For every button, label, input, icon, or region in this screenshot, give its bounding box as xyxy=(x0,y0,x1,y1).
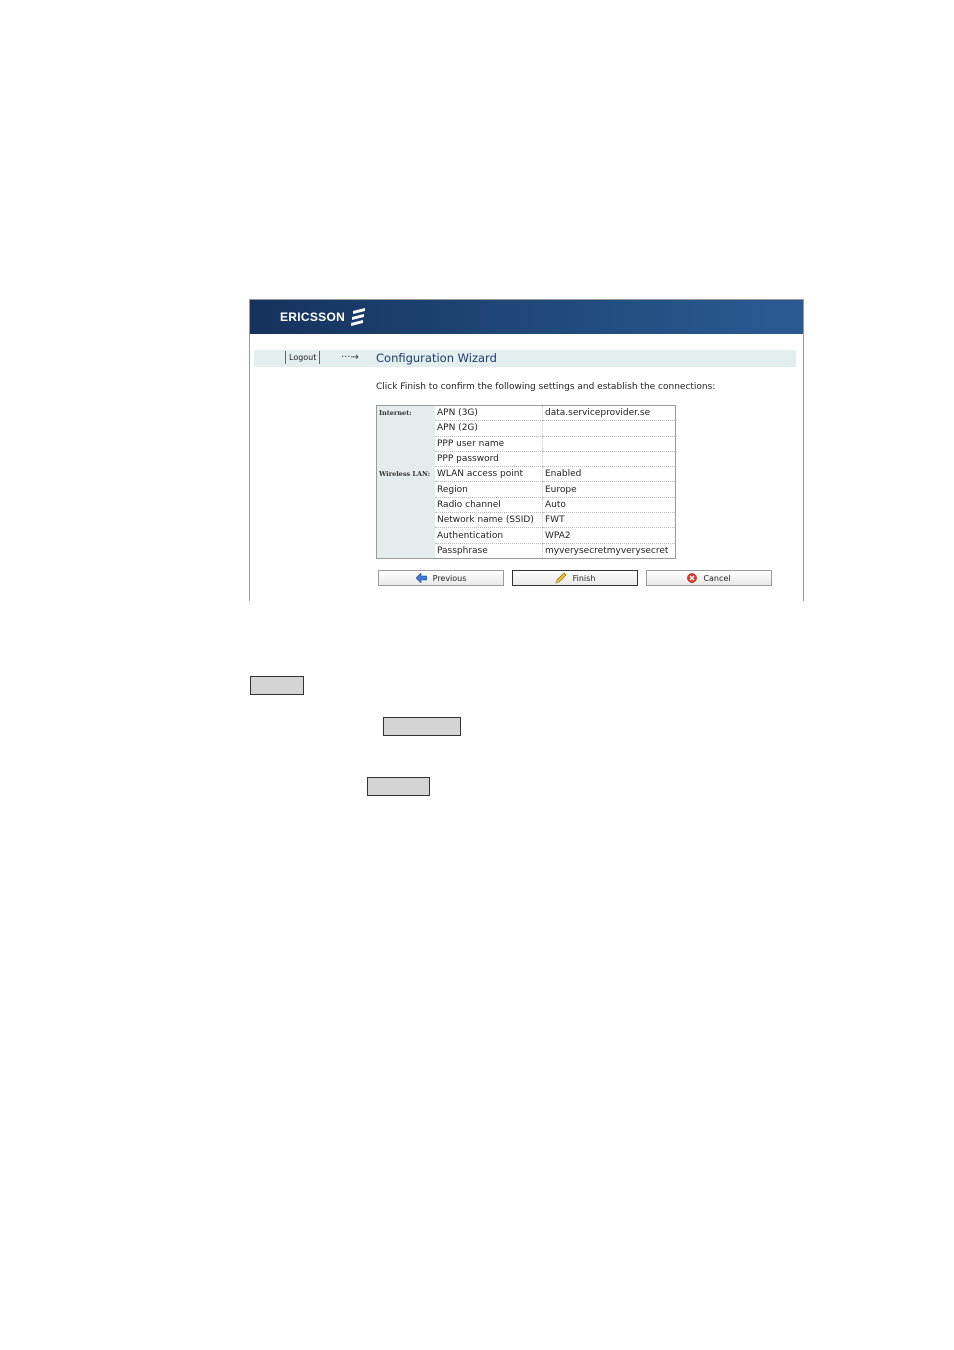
setting-value: Enabled xyxy=(542,466,676,483)
pencil-icon xyxy=(555,572,567,584)
setting-label: Authentication xyxy=(435,527,543,544)
page-title: Configuration Wizard xyxy=(376,351,497,365)
setting-label: Passphrase xyxy=(435,543,543,559)
setting-label: PPP user name xyxy=(435,436,543,452)
setting-label: APN (3G) xyxy=(435,405,543,422)
inline-reference-button[interactable] xyxy=(250,676,304,695)
arrow-left-icon xyxy=(415,573,427,583)
ericsson-logo-icon xyxy=(351,308,365,326)
cancel-button[interactable]: Cancel xyxy=(646,570,772,586)
previous-button-label: Previous xyxy=(432,573,467,583)
setting-value: data.serviceprovider.se xyxy=(542,405,676,422)
setting-value: Auto xyxy=(542,497,676,514)
setting-value: FWT xyxy=(542,512,676,529)
setting-value: WPA2 xyxy=(542,527,676,544)
nav-bar: Logout ···→ Configuration Wizard xyxy=(254,350,796,367)
settings-summary-table: Internet: APN (3G) data.serviceprovider.… xyxy=(376,405,676,559)
setting-label: PPP password xyxy=(435,451,543,468)
setting-label: WLAN access point xyxy=(435,466,543,483)
section-label-wireless: Wireless LAN: xyxy=(376,466,435,559)
setting-value xyxy=(542,420,676,437)
setting-value: myverysecretmyverysecret xyxy=(542,543,676,559)
setting-label: Radio channel xyxy=(435,497,543,514)
finish-button[interactable]: Finish xyxy=(512,570,638,586)
finish-button-label: Finish xyxy=(572,573,596,583)
cancel-button-label: Cancel xyxy=(703,573,731,583)
table-row: Wireless LAN: WLAN access point Enabled xyxy=(376,466,676,559)
setting-value: Europe xyxy=(542,481,676,498)
section-label-internet: Internet: xyxy=(376,405,435,467)
setting-value xyxy=(542,451,676,468)
inline-reference-button[interactable] xyxy=(383,717,461,736)
logout-link[interactable]: Logout xyxy=(285,351,321,364)
arrow-right-icon: ···→ xyxy=(341,352,359,363)
header-banner: ERICSSON xyxy=(250,300,803,334)
setting-label: Network name (SSID) xyxy=(435,512,543,529)
table-row: Internet: APN (3G) data.serviceprovider.… xyxy=(376,405,676,467)
setting-label: APN (2G) xyxy=(435,420,543,437)
router-web-ui-window: ERICSSON Logout ···→ Configuration Wizar… xyxy=(249,299,804,601)
setting-label: Region xyxy=(435,481,543,498)
ericsson-logo-text: ERICSSON xyxy=(280,310,346,324)
instructions-text: Click Finish to confirm the following se… xyxy=(376,382,716,392)
setting-value xyxy=(542,436,676,452)
inline-reference-button[interactable] xyxy=(367,777,430,796)
cancel-icon xyxy=(687,573,698,583)
previous-button[interactable]: Previous xyxy=(378,570,504,586)
